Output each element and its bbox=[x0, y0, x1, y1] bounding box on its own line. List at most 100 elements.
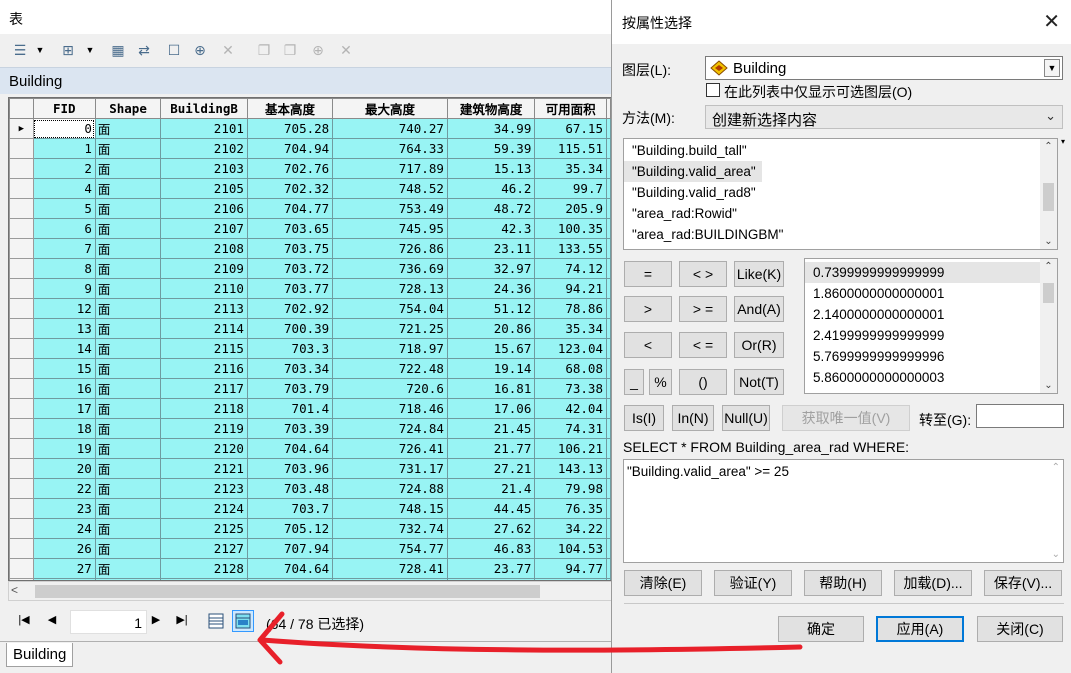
table-cell[interactable]: 724.84 bbox=[332, 418, 448, 439]
parentheses-button[interactable]: () bbox=[679, 369, 727, 395]
table-row[interactable]: 19 面 2120 704.64 726.41 21.77 106.21 bbox=[9, 438, 611, 459]
less-than-button[interactable]: < bbox=[624, 332, 672, 358]
table-cell[interactable]: 2107 bbox=[160, 218, 248, 239]
table-cell[interactable]: 2128 bbox=[160, 558, 248, 579]
table-cell[interactable]: 100.35 bbox=[534, 218, 607, 239]
row-selector[interactable] bbox=[9, 458, 34, 479]
table-cell[interactable]: 2125 bbox=[160, 518, 248, 539]
table-row[interactable]: 17 面 2118 701.4 718.46 17.06 42.04 bbox=[9, 398, 611, 419]
table-cell[interactable]: 94.77 bbox=[534, 558, 607, 579]
table-cell[interactable]: 27.21 bbox=[446, 458, 536, 479]
table-cell[interactable]: 705.28 bbox=[246, 118, 334, 139]
layer-select[interactable]: Building ▼ bbox=[705, 56, 1063, 80]
row-selector[interactable] bbox=[9, 178, 34, 199]
close-icon[interactable]: ✕ bbox=[1043, 9, 1060, 34]
field-list-item[interactable]: "Building.valid_rad8" bbox=[624, 182, 762, 203]
chevron-down-icon[interactable]: ▼ bbox=[1044, 59, 1060, 77]
table-cell[interactable]: 2124 bbox=[160, 498, 248, 519]
table-cell[interactable]: 2108 bbox=[160, 238, 248, 259]
unique-value-item[interactable]: 2.1400000000000001 bbox=[805, 304, 1040, 325]
table-cell[interactable]: 123.04 bbox=[534, 338, 607, 359]
table-cell[interactable]: 702.76 bbox=[246, 158, 334, 179]
table-cell[interactable]: 面 bbox=[94, 538, 162, 559]
scrollbar-thumb[interactable] bbox=[1043, 183, 1054, 211]
last-record-icon[interactable]: ▶| bbox=[174, 613, 190, 626]
table-cell[interactable]: 面 bbox=[94, 338, 162, 359]
close-button[interactable]: 关闭(C) bbox=[977, 616, 1063, 642]
table-cell[interactable]: 32.97 bbox=[446, 258, 536, 279]
table-cell[interactable]: 7 bbox=[32, 238, 96, 259]
related-tables-icon[interactable]: ⊞ bbox=[58, 40, 78, 60]
unique-values-scrollbar[interactable]: ⌃ ⌄ bbox=[1040, 259, 1057, 393]
table-cell[interactable]: 23.11 bbox=[446, 238, 536, 259]
table-cell[interactable]: 703.65 bbox=[246, 218, 334, 239]
table-cell[interactable]: 面 bbox=[94, 158, 162, 179]
table-options-icon[interactable]: ☰ bbox=[10, 40, 30, 60]
greater-equal-button[interactable]: > = bbox=[679, 296, 727, 322]
help-button[interactable]: 帮助(H) bbox=[804, 570, 882, 596]
in-button[interactable]: In(N) bbox=[672, 405, 714, 431]
table-cell[interactable]: 67.15 bbox=[534, 118, 607, 139]
table-tab-building[interactable]: Building bbox=[6, 643, 74, 667]
chevron-down-icon[interactable]: ⌄ bbox=[1045, 108, 1056, 124]
table-cell[interactable]: 99.7 bbox=[534, 178, 607, 199]
table-cell[interactable]: 728.13 bbox=[332, 278, 448, 299]
unique-value-item[interactable]: 2.4199999999999999 bbox=[805, 325, 1040, 346]
table-cell[interactable]: 16.81 bbox=[446, 378, 536, 399]
table-cell[interactable]: 18 bbox=[32, 418, 96, 439]
chevron-down-icon[interactable]: ▼ bbox=[80, 40, 100, 60]
field-list-scrollbar[interactable]: ⌃ ⌄ bbox=[1040, 139, 1057, 249]
table-cell[interactable]: 2120 bbox=[160, 438, 248, 459]
column-header[interactable]: 基本高度 bbox=[246, 98, 334, 119]
table-cell[interactable]: 20.86 bbox=[446, 318, 536, 339]
field-list[interactable]: "Building.build_tall" "Building.valid_are… bbox=[623, 138, 1058, 250]
column-header[interactable]: 最大高度 bbox=[332, 98, 448, 119]
table-cell[interactable]: 17 bbox=[32, 398, 96, 419]
not-button[interactable]: Not(T) bbox=[734, 369, 784, 395]
scroll-up-icon[interactable]: ⌃ bbox=[1040, 141, 1057, 152]
load-button[interactable]: 加载(D)... bbox=[894, 570, 972, 596]
row-selector[interactable] bbox=[9, 218, 34, 239]
table-cell[interactable]: 2110 bbox=[160, 278, 248, 299]
table-cell[interactable]: 74.31 bbox=[534, 418, 607, 439]
table-cell[interactable]: 27 bbox=[32, 558, 96, 579]
table-cell[interactable]: 面 bbox=[94, 318, 162, 339]
table-cell[interactable]: 59.39 bbox=[446, 138, 536, 159]
row-selector[interactable] bbox=[9, 298, 34, 319]
previous-record-icon[interactable]: ◀ bbox=[44, 613, 60, 626]
table-row[interactable]: 18 面 2119 703.39 724.84 21.45 74.31 bbox=[9, 418, 611, 439]
table-cell[interactable]: 面 bbox=[94, 438, 162, 459]
scroll-up-icon[interactable]: ⌃ bbox=[1040, 261, 1057, 272]
table-cell[interactable]: 703.96 bbox=[246, 458, 334, 479]
table-cell[interactable]: 17.06 bbox=[446, 398, 536, 419]
table-cell[interactable]: 5 bbox=[32, 198, 96, 219]
row-selector[interactable] bbox=[9, 478, 34, 499]
table-cell[interactable]: 702.92 bbox=[246, 298, 334, 319]
row-selector[interactable] bbox=[9, 538, 34, 559]
table-cell[interactable]: 面 bbox=[94, 478, 162, 499]
table-cell[interactable]: 703.77 bbox=[246, 278, 334, 299]
table-cell[interactable]: 736.69 bbox=[332, 258, 448, 279]
table-cell[interactable]: 15.67 bbox=[446, 338, 536, 359]
expression-textarea[interactable]: "Building.valid_area" >= 25 ⌃ ⌄ bbox=[623, 459, 1064, 563]
row-selector[interactable] bbox=[9, 398, 34, 419]
table-cell[interactable]: 2117 bbox=[160, 378, 248, 399]
table-cell[interactable]: 27.62 bbox=[446, 518, 536, 539]
table-cell[interactable]: 19 bbox=[32, 438, 96, 459]
scrollbar-thumb[interactable] bbox=[35, 585, 540, 598]
field-list-item[interactable]: "Building.valid_area" bbox=[624, 161, 762, 182]
table-row[interactable]: 24 面 2125 705.12 732.74 27.62 34.22 bbox=[9, 518, 611, 539]
column-header[interactable]: Shape bbox=[94, 98, 162, 119]
table-cell[interactable]: 704.94 bbox=[246, 138, 334, 159]
table-row[interactable]: ▶ 0 面 2101 705.28 740.27 34.99 67.15 bbox=[9, 118, 611, 139]
row-selector[interactable] bbox=[9, 378, 34, 399]
and-button[interactable]: And(A) bbox=[734, 296, 784, 322]
unique-value-item[interactable]: 0.7399999999999999 bbox=[805, 262, 1040, 283]
table-cell[interactable]: 2123 bbox=[160, 478, 248, 499]
table-cell[interactable]: 702.32 bbox=[246, 178, 334, 199]
table-row[interactable]: 1 面 2102 704.94 764.33 59.39 115.51 bbox=[9, 138, 611, 159]
row-selector[interactable] bbox=[9, 498, 34, 519]
table-cell[interactable]: 704.77 bbox=[246, 198, 334, 219]
table-cell[interactable]: 2114 bbox=[160, 318, 248, 339]
row-selector[interactable] bbox=[9, 518, 34, 539]
